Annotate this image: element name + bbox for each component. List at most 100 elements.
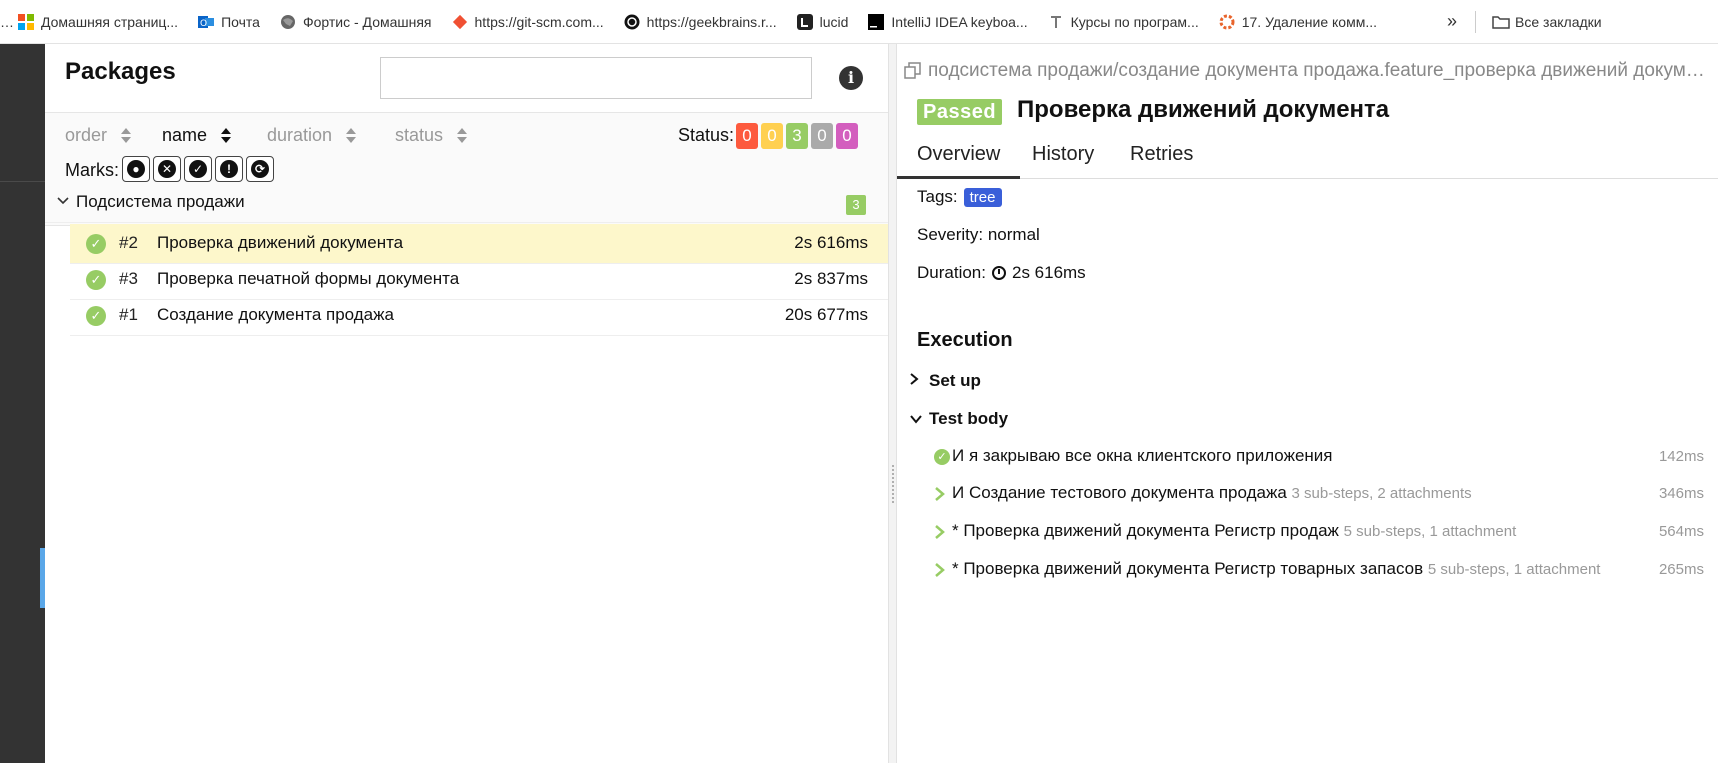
svg-text:O: O bbox=[200, 19, 207, 29]
bookmarks-bar: … Домашняя страниц... O Почта Фортис - Д… bbox=[0, 0, 1718, 44]
status-filters: 0 0 3 0 0 bbox=[736, 123, 858, 149]
sort-name[interactable]: name bbox=[162, 125, 232, 146]
chevron-right-icon bbox=[909, 372, 921, 390]
status-passed-toggle[interactable]: 3 bbox=[786, 123, 808, 149]
bookmark-home[interactable]: Домашняя страниц... bbox=[8, 7, 188, 37]
test-duration: 2s 837ms bbox=[794, 269, 868, 288]
step-row[interactable]: ✓ И я закрываю все окна клиентского прил… bbox=[934, 444, 1704, 474]
tab-retries[interactable]: Retries bbox=[1110, 143, 1213, 179]
mark-new-passed-button[interactable]: ✓ bbox=[184, 156, 212, 182]
sort-status[interactable]: status bbox=[395, 125, 468, 146]
group-name: Подсистема продажи bbox=[76, 192, 245, 211]
check-circle-icon: ✓ bbox=[86, 306, 106, 326]
step-name: * Проверка движений документа Регистр пр… bbox=[952, 521, 1517, 540]
test-number: #2 bbox=[119, 233, 138, 252]
check-circle-icon: ✓ bbox=[86, 234, 106, 254]
test-duration: 20s 677ms bbox=[784, 305, 868, 324]
step-row[interactable]: И Создание тестового документа продажа 3… bbox=[934, 481, 1704, 511]
bookmarks-divider bbox=[1475, 10, 1477, 33]
bookmark-label: Почта bbox=[221, 13, 260, 30]
bookmark-mail[interactable]: O Почта bbox=[188, 7, 270, 37]
bookmark-lucid[interactable]: lucid bbox=[787, 7, 859, 37]
test-body-section[interactable]: Test body bbox=[909, 409, 1008, 429]
bookmark-fortis[interactable]: Фортис - Домашняя bbox=[270, 7, 442, 37]
step-name: И Создание тестового документа продажа 3… bbox=[952, 483, 1472, 502]
status-broken-toggle[interactable]: 0 bbox=[761, 123, 783, 149]
more-bookmarks-button[interactable]: » bbox=[1447, 11, 1457, 32]
all-bookmarks-button[interactable]: Все закладки bbox=[1482, 7, 1612, 37]
sort-label: name bbox=[162, 125, 208, 145]
execution-heading: Execution bbox=[917, 329, 1013, 351]
bookmark-courses[interactable]: Курсы по програм... bbox=[1038, 7, 1209, 37]
check-circle-icon: ✓ bbox=[934, 449, 950, 465]
search-input[interactable] bbox=[380, 57, 812, 99]
breadcrumb-text: подсистема продажи/создание документа пр… bbox=[928, 60, 1714, 81]
severity-line: Severity: normal bbox=[917, 225, 1040, 244]
status-unknown-toggle[interactable]: 0 bbox=[836, 123, 858, 149]
test-name: Проверка печатной формы документа bbox=[157, 269, 460, 288]
sort-arrows-icon bbox=[457, 128, 468, 143]
bookmark-label: https://geekbrains.r... bbox=[646, 13, 777, 30]
bookmark-git[interactable]: https://git-scm.com... bbox=[442, 7, 614, 37]
exclamation-icon: ! bbox=[220, 160, 238, 178]
drag-handle-icon bbox=[891, 464, 895, 504]
sort-arrows-icon bbox=[121, 128, 132, 143]
test-row[interactable]: ✓ #1 Создание документа продажа 20s 677m… bbox=[70, 296, 888, 336]
outlook-icon: O bbox=[198, 14, 215, 30]
windows-logo-icon bbox=[18, 13, 34, 30]
status-filter-label: Status: bbox=[678, 125, 735, 145]
bookmark-label: Курсы по програм... bbox=[1070, 13, 1199, 30]
bookmark-label: IntelliJ IDEA keyboa... bbox=[891, 13, 1028, 30]
test-row[interactable]: ✓ #3 Проверка печатной формы документа 2… bbox=[70, 260, 888, 300]
step-row[interactable]: * Проверка движений документа Регистр пр… bbox=[934, 519, 1704, 549]
detail-tabs: Overview History Retries bbox=[897, 139, 1718, 179]
pane-splitter[interactable] bbox=[888, 44, 897, 763]
sort-order[interactable]: order bbox=[65, 125, 132, 146]
bookmark-label: lucid bbox=[819, 13, 849, 30]
test-row[interactable]: ✓ #2 Проверка движений документа 2s 616m… bbox=[70, 224, 888, 264]
stackoverflow-icon bbox=[1219, 14, 1235, 30]
status-skipped-toggle[interactable]: 0 bbox=[811, 123, 833, 149]
test-title: Проверка движений документа bbox=[1017, 96, 1390, 123]
step-duration: 564ms bbox=[1658, 523, 1704, 540]
package-group[interactable]: Подсистема продажи 3 bbox=[45, 183, 888, 223]
bookmark-label: 17. Удаление комм... bbox=[1241, 13, 1378, 30]
status-failed-toggle[interactable]: 0 bbox=[736, 123, 758, 149]
marks-label: Marks: bbox=[65, 160, 119, 180]
bookmark-geekbrains[interactable]: https://geekbrains.r... bbox=[614, 7, 787, 37]
sort-duration[interactable]: duration bbox=[267, 125, 357, 146]
bookmark-icon bbox=[1048, 14, 1064, 30]
mark-flaky-button[interactable]: ● bbox=[122, 156, 150, 182]
mark-new-failed-button[interactable]: ✕ bbox=[153, 156, 181, 182]
check-circle-icon: ✓ bbox=[189, 160, 207, 178]
section-label: Test body bbox=[929, 409, 1009, 428]
packages-pane: Packages i order name duration status St… bbox=[45, 44, 888, 763]
step-duration: 265ms bbox=[1658, 561, 1704, 578]
duration-line: Duration: 2s 616ms bbox=[917, 263, 1086, 283]
refresh-icon: ⟳ bbox=[251, 160, 269, 178]
info-icon[interactable]: i bbox=[839, 66, 863, 90]
bookmark-label: https://git-scm.com... bbox=[474, 13, 604, 30]
tag-badge[interactable]: tree bbox=[963, 187, 1002, 207]
bookmark-comments[interactable]: 17. Удаление комм... bbox=[1209, 7, 1387, 37]
marks-filters: ● ✕ ✓ ! ⟳ bbox=[122, 156, 274, 182]
bookmark-label: Фортис - Домашняя bbox=[302, 13, 432, 30]
mark-new-broken-button[interactable]: ! bbox=[215, 156, 243, 182]
test-name: Создание документа продажа bbox=[157, 305, 394, 324]
folder-icon bbox=[1492, 14, 1510, 30]
copy-icon[interactable] bbox=[904, 62, 922, 80]
chevron-right-icon bbox=[934, 486, 950, 502]
step-row[interactable]: * Проверка движений документа Регистр то… bbox=[934, 557, 1704, 587]
mark-retries-button[interactable]: ⟳ bbox=[246, 156, 274, 182]
group-count-badge: 3 bbox=[846, 195, 866, 215]
tab-overview[interactable]: Overview bbox=[897, 143, 1021, 179]
sort-label: status bbox=[395, 125, 444, 145]
setup-section[interactable]: Set up bbox=[909, 371, 981, 391]
chevron-right-icon bbox=[934, 562, 950, 578]
test-duration: 2s 616ms bbox=[794, 233, 868, 252]
tab-history[interactable]: History bbox=[1012, 143, 1114, 179]
jetbrains-icon bbox=[868, 13, 885, 30]
test-details-pane: подсистема продажи/создание документа пр… bbox=[897, 44, 1718, 763]
step-name: * Проверка движений документа Регистр то… bbox=[952, 559, 1601, 578]
bookmark-intellij[interactable]: IntelliJ IDEA keyboa... bbox=[858, 7, 1037, 37]
